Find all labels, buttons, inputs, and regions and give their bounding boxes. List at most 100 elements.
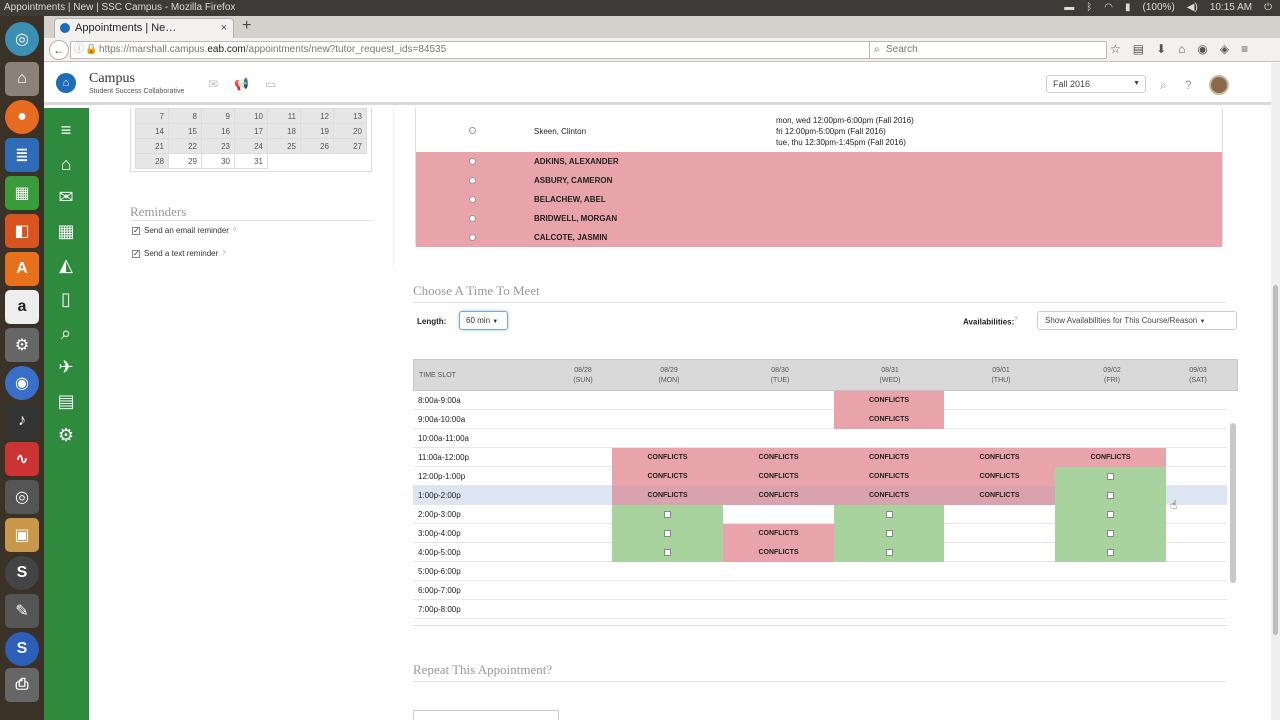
calendar-day[interactable]: 16 [201,123,235,139]
mail-icon[interactable]: ✉ [54,185,78,209]
calendar-day[interactable]: 11 [267,108,301,124]
calendar-day[interactable]: 19 [300,123,334,139]
text-reminder-checkbox[interactable]: ✓ [132,249,140,258]
calc-icon[interactable]: ▦ [5,176,39,210]
tutor-radio[interactable] [469,234,476,241]
settings-icon[interactable]: ⚙ [54,423,78,447]
tutor-radio[interactable] [469,127,476,134]
camera-icon[interactable]: ◎ [5,480,39,514]
slot-checkbox[interactable] [1107,510,1114,518]
available-slot-cell[interactable] [1055,467,1166,486]
list-icon[interactable]: ▤ [54,389,78,413]
search-icon[interactable]: ⌕ [1160,78,1167,93]
available-slot-cell[interactable] [1055,505,1166,524]
eab-logo-icon[interactable]: ⌂ [56,73,76,93]
search-icon[interactable]: ⌕ [54,321,78,345]
slot-checkbox[interactable] [885,510,893,518]
available-slot-cell[interactable] [612,543,723,562]
slot-checkbox[interactable] [885,529,893,537]
wifi-icon[interactable]: ◠ [1104,0,1113,16]
back-icon[interactable]: ← [49,40,69,60]
available-slot-cell[interactable] [612,505,723,524]
schedule-scrollbar[interactable] [1230,423,1236,583]
chat-icon[interactable]: ◉ [1197,42,1207,56]
calendar-day[interactable]: 17 [234,123,268,139]
chromium-icon[interactable]: ◉ [5,366,39,400]
calendar-day[interactable]: 28 [135,153,169,169]
slot-checkbox[interactable] [664,548,671,556]
guitar-icon[interactable]: ♪ [5,404,39,438]
search-input[interactable]: ⌕ Search [869,41,1107,59]
term-select[interactable]: Fall 2016 ▼ [1046,75,1146,93]
slot-checkbox[interactable] [1107,491,1114,499]
calendar-day[interactable]: 13 [333,108,367,124]
impress-icon[interactable]: ◧ [5,214,39,248]
volume-icon[interactable]: ◀) [1187,0,1198,16]
slot-checkbox[interactable] [664,529,671,537]
window-icon[interactable]: ▭ [265,77,276,91]
brand-name[interactable]: Campus [89,71,135,87]
book-icon[interactable]: ▯ [54,287,78,311]
pin-icon[interactable]: ✈ [54,355,78,379]
calendar-day[interactable]: 26 [300,138,334,154]
url-bar[interactable]: ⓘ 🔒 https://marshall.campus.eab.com/appo… [70,41,906,59]
tutor-radio[interactable] [469,196,476,203]
slot-checkbox[interactable] [1107,472,1114,480]
calendar-day[interactable]: 30 [201,153,235,169]
battery-icon[interactable]: ▮ [1125,0,1131,16]
availabilities-select[interactable]: Show Availabilities for This Course/Reas… [1037,311,1237,330]
download-icon[interactable]: ⬇ [1156,42,1166,56]
close-tab-icon[interactable]: × [221,19,227,37]
calendar-day[interactable]: 8 [168,108,202,124]
calendar-day[interactable]: 31 [234,153,268,169]
browser-tab[interactable]: Appointments | Ne… × [54,18,234,38]
tutor-row[interactable]: Skeen, Clinton mon, wed 12:00pm-6:00pm (… [416,108,1222,152]
email-icon[interactable]: ✉ [208,77,218,91]
available-slot-cell[interactable] [1055,486,1166,505]
printer-icon[interactable]: ⎙ [5,668,39,702]
slot-checkbox[interactable] [885,548,893,556]
home-icon[interactable]: ⌂ [1178,42,1185,56]
slot-checkbox[interactable] [1107,529,1114,537]
ubuntu-dash-icon[interactable]: ◎ [5,22,39,56]
email-reminder-checkbox[interactable]: ✓ [132,226,140,235]
power-icon[interactable]: ⏻ [1264,0,1272,16]
slot-checkbox[interactable] [1107,548,1114,556]
files-icon[interactable]: ⌂ [5,62,39,96]
clock[interactable]: 10:15 AM [1210,0,1252,16]
length-select[interactable]: 60 min ▼ [459,311,508,330]
firefox-icon[interactable]: ● [5,100,39,134]
audio-editor-icon[interactable]: ∿ [5,442,39,476]
calendar-day[interactable]: 23 [201,138,235,154]
help-icon[interactable]: ? [222,251,225,257]
software-center-icon[interactable]: A [5,252,39,286]
page-scrollbar-thumb[interactable] [1273,285,1278,635]
calendar-day[interactable]: 29 [168,153,202,169]
pocket-icon[interactable]: ◈ [1220,42,1229,56]
reading-list-icon[interactable]: ▤ [1133,42,1144,56]
hamburger-menu-icon[interactable]: ≡ [54,118,78,142]
tutor-row[interactable]: ADKINS, ALEXANDER [416,152,1222,171]
tutor-radio[interactable] [469,158,476,165]
available-slot-cell[interactable] [1055,524,1166,543]
avatar[interactable] [1209,75,1230,95]
calendar-day[interactable]: 9 [201,108,235,124]
page-scrollbar[interactable] [1271,63,1280,720]
calendar-day[interactable]: 10 [234,108,268,124]
window-control-icon[interactable]: ▬ [1064,0,1074,16]
calendar-day[interactable]: 7 [135,108,169,124]
home-icon[interactable]: ⌂ [54,152,78,176]
tutor-radio[interactable] [469,177,476,184]
calendar-day[interactable]: 24 [234,138,268,154]
available-slot-cell[interactable] [834,524,944,543]
calendar-day[interactable]: 20 [333,123,367,139]
available-slot-cell[interactable] [834,505,944,524]
tutor-row[interactable]: BELACHEW, ABEL [416,190,1222,209]
bluetooth-icon[interactable]: ᛒ [1086,0,1092,16]
calendar-day[interactable]: 21 [135,138,169,154]
calendar-day[interactable]: 15 [168,123,202,139]
app-icon[interactable]: S [5,556,39,590]
calendar-day[interactable]: 25 [267,138,301,154]
calendar-day[interactable]: 22 [168,138,202,154]
tools-icon[interactable]: ✎ [5,594,39,628]
